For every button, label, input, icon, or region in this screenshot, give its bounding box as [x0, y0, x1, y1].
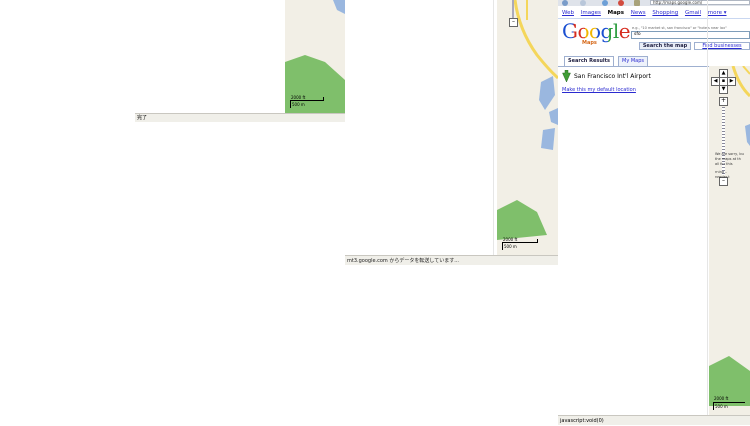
refresh-icon[interactable] [602, 0, 608, 6]
scale-bar: 2000 ft 500 m [712, 396, 748, 412]
scale-bar: 2000 ft 500 m [501, 237, 541, 253]
status-bar-2: mt3.google.com からデータを転送しています... [345, 255, 558, 265]
stop-icon[interactable] [618, 0, 624, 6]
pan-right-button[interactable]: ▶ [727, 77, 736, 86]
search-the-map-button[interactable]: Search the map [639, 42, 691, 50]
nav-link-images[interactable]: Images [581, 10, 601, 16]
scale-ft-label: 2000 ft [714, 396, 729, 401]
status-bar-3: javascript:void(0) [558, 415, 750, 425]
zoom-in-button[interactable]: + [719, 97, 728, 106]
logo-subtext: Maps [582, 40, 597, 46]
nav-link-more[interactable]: more ▾ [708, 10, 727, 16]
panel-divider-3[interactable] [707, 0, 708, 415]
search-hint: e.g., "10 market st, san francisco" or "… [632, 26, 727, 30]
pan-down-button[interactable]: ▼ [719, 85, 728, 94]
google-maps-logo[interactable]: Google Maps [562, 21, 631, 51]
nav-link-shopping[interactable]: Shopping [652, 10, 678, 16]
nav-link-gmail[interactable]: Gmail [685, 10, 701, 16]
map-pin-icon [562, 70, 571, 82]
pan-control: ▲ ◀ ▪ ▶ ▼ [711, 69, 736, 94]
results-tabs: Search Results My Maps [558, 55, 710, 67]
default-location-link[interactable]: Make this my default location [562, 87, 636, 93]
tab-my-maps[interactable]: My Maps [618, 56, 649, 66]
search-result-item[interactable]: San Francisco Int'l Airport [562, 70, 702, 84]
zoom-out-button[interactable]: – [509, 18, 518, 27]
scale-m-label: 500 m [715, 404, 728, 409]
map-view-2[interactable]: – 2000 ft 500 m [497, 0, 558, 255]
scale-m-label: 500 m [504, 244, 517, 249]
tab-search-results[interactable]: Search Results [564, 56, 614, 66]
nav-link-news[interactable]: News [631, 10, 646, 16]
browser-window-3: http://maps.google.com/ Web Images Maps … [558, 0, 750, 425]
find-businesses-button[interactable]: Find businesses [694, 42, 750, 50]
zoom-slider[interactable]: – [509, 0, 518, 28]
map-message: We are sorry, bu the maps at th all for … [715, 152, 744, 179]
search-input[interactable]: sfo [631, 31, 750, 39]
status-bar-1: 完了 [135, 113, 345, 122]
nav-link-web[interactable]: Web [562, 10, 574, 16]
home-icon[interactable] [634, 0, 640, 6]
panel-divider-2[interactable] [493, 0, 494, 255]
address-bar[interactable]: http://maps.google.com/ [650, 0, 750, 5]
forward-button-icon[interactable] [580, 0, 586, 6]
browser-toolbar: http://maps.google.com/ [558, 0, 750, 6]
scale-m-label: 500 m [292, 102, 305, 107]
map-view-3[interactable]: ▲ ◀ ▪ ▶ ▼ + – We are sorry, bu the maps … [709, 66, 750, 415]
nav-link-maps: Maps [607, 10, 624, 16]
scale-bar: 2000 ft 500 m [289, 94, 329, 110]
map-view-1[interactable]: 2000 ft 500 m [285, 0, 345, 113]
result-name[interactable]: San Francisco Int'l Airport [574, 73, 651, 80]
back-button-icon[interactable] [562, 0, 568, 6]
